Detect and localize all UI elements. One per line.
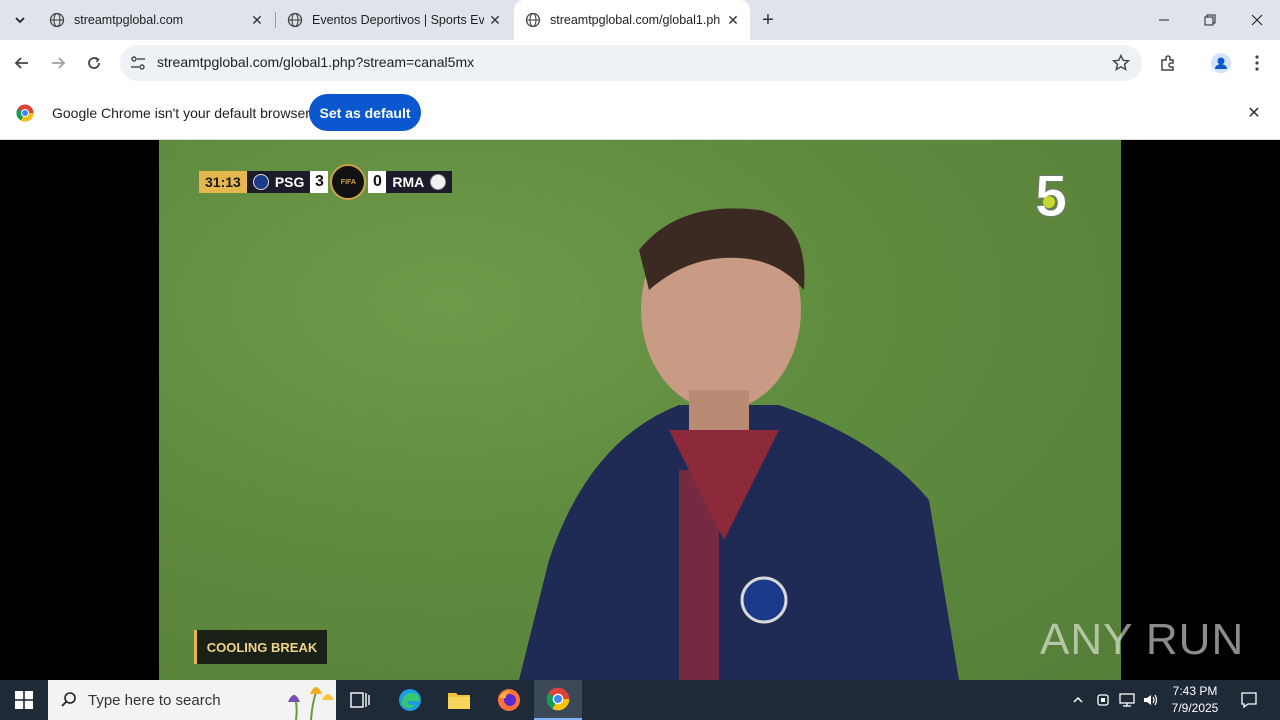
close-window-button[interactable] [1234, 0, 1280, 40]
close-icon [1251, 14, 1263, 26]
back-button[interactable] [7, 48, 37, 78]
player-figure [519, 208, 959, 680]
tab-title: Eventos Deportivos | Sports Eve [312, 13, 484, 27]
file-explorer-button[interactable] [435, 680, 483, 720]
edge-taskbar-button[interactable] [386, 680, 434, 720]
chevron-up-icon [1073, 696, 1083, 703]
reload-button[interactable] [79, 48, 109, 78]
site-settings-icon[interactable] [129, 54, 147, 72]
notification-icon [1241, 692, 1257, 709]
tab-eventos-deportivos[interactable]: Eventos Deportivos | Sports Eve ✕ [276, 0, 512, 40]
infobar-close-icon[interactable]: ✕ [1241, 100, 1267, 126]
tray-device-icon[interactable] [1092, 680, 1114, 720]
anyrun-watermark: ANY RUN [1040, 608, 1244, 672]
away-team: RMA [386, 171, 453, 193]
tab-title: streamtpglobal.com/global1.ph [550, 13, 721, 27]
search-placeholder: Type here to search [88, 691, 221, 709]
more-vert-icon [1255, 55, 1259, 71]
tab-strip: streamtpglobal.com ✕ Eventos Deportivos … [0, 0, 1280, 40]
close-tab-icon[interactable]: ✕ [722, 9, 744, 31]
taskbar-clock[interactable]: 7:43 PM 7/9/2025 [1160, 683, 1230, 717]
chrome-logo-icon [16, 104, 34, 122]
extensions-button[interactable] [1153, 48, 1183, 78]
default-browser-infobar: Google Chrome isn't your default browser… [0, 86, 1280, 140]
chrome-taskbar-button[interactable] [534, 680, 582, 720]
network-icon [1119, 693, 1135, 707]
svg-text:5: 5 [1035, 166, 1067, 226]
url-text[interactable]: streamtpglobal.com/global1.php?stream=ca… [157, 54, 474, 70]
set-as-default-button[interactable]: Set as default [309, 94, 421, 131]
windows-logo-icon [15, 691, 33, 709]
scorebug: 31:13 PSG 3 FIFA 0 RMA [199, 162, 453, 202]
avatar-icon [1211, 53, 1231, 73]
task-view-button[interactable] [336, 680, 384, 720]
network-button[interactable] [1115, 680, 1139, 720]
tab-global1-active[interactable]: streamtpglobal.com/global1.ph ✕ [514, 0, 750, 40]
task-view-icon [350, 692, 370, 708]
notifications-button[interactable] [1230, 680, 1268, 720]
tab-search-button[interactable] [6, 6, 34, 34]
home-team: PSG [246, 171, 311, 193]
show-hidden-icons-button[interactable] [1066, 680, 1090, 720]
device-icon [1097, 694, 1109, 706]
puzzle-icon [1161, 55, 1174, 71]
trophy-icon: FIFA [330, 164, 367, 200]
arrow-left-icon [14, 57, 28, 69]
watermark-text: ANY RUN [1040, 615, 1245, 664]
address-bar[interactable]: streamtpglobal.com/global1.php?stream=ca… [120, 45, 1142, 81]
search-icon [61, 692, 76, 707]
menu-button[interactable] [1242, 48, 1272, 78]
home-score: 3 [310, 171, 329, 193]
edge-icon [399, 689, 421, 711]
speaker-icon [1144, 694, 1158, 706]
close-tab-icon[interactable]: ✕ [484, 9, 506, 31]
tulip-illustration-icon [288, 687, 334, 720]
forward-button[interactable] [43, 48, 73, 78]
video-player[interactable]: 31:13 PSG 3 FIFA 0 RMA 5 COOLING BREAK [159, 140, 1121, 680]
cooling-break-caption: COOLING BREAK [194, 630, 327, 664]
minimize-icon [1159, 19, 1169, 21]
match-clock: 31:13 [199, 171, 247, 193]
restore-icon [1204, 14, 1216, 26]
star-icon[interactable] [1112, 54, 1130, 72]
page-viewport: 31:13 PSG 3 FIFA 0 RMA 5 COOLING BREAK [0, 140, 1280, 680]
clock-time: 7:43 PM [1172, 684, 1218, 698]
home-team-label: PSG [274, 174, 305, 190]
close-tab-icon[interactable]: ✕ [246, 9, 268, 31]
globe-icon [49, 12, 65, 28]
tab-title: streamtpglobal.com [74, 13, 184, 27]
away-team-label: RMA [392, 174, 425, 190]
globe-icon [525, 12, 541, 28]
tab-streamtpglobal[interactable]: streamtpglobal.com ✕ [38, 0, 274, 40]
globe-icon [287, 12, 303, 28]
restore-button[interactable] [1187, 0, 1233, 40]
profile-button[interactable] [1206, 48, 1236, 78]
taskbar: Type here to search 7:43 PM 7/9/2025 [0, 680, 1280, 720]
taskbar-search[interactable]: Type here to search [48, 680, 336, 720]
psg-crest-icon [252, 174, 269, 190]
away-score: 0 [368, 171, 387, 193]
chevron-down-icon [15, 17, 25, 24]
firefox-taskbar-button[interactable] [485, 680, 533, 720]
infobar-message: Google Chrome isn't your default browser [52, 105, 310, 121]
reload-icon [88, 56, 100, 69]
minimize-button[interactable] [1141, 0, 1187, 40]
firefox-icon [498, 689, 520, 711]
rma-crest-icon [430, 174, 447, 190]
clock-date: 7/9/2025 [1171, 701, 1219, 715]
new-tab-button[interactable]: + [755, 7, 781, 33]
channel-5-logo-icon: 5 [1034, 166, 1067, 226]
arrow-right-icon [52, 57, 66, 69]
folder-icon [448, 693, 470, 709]
chrome-icon [546, 687, 570, 711]
start-button[interactable] [0, 680, 48, 720]
